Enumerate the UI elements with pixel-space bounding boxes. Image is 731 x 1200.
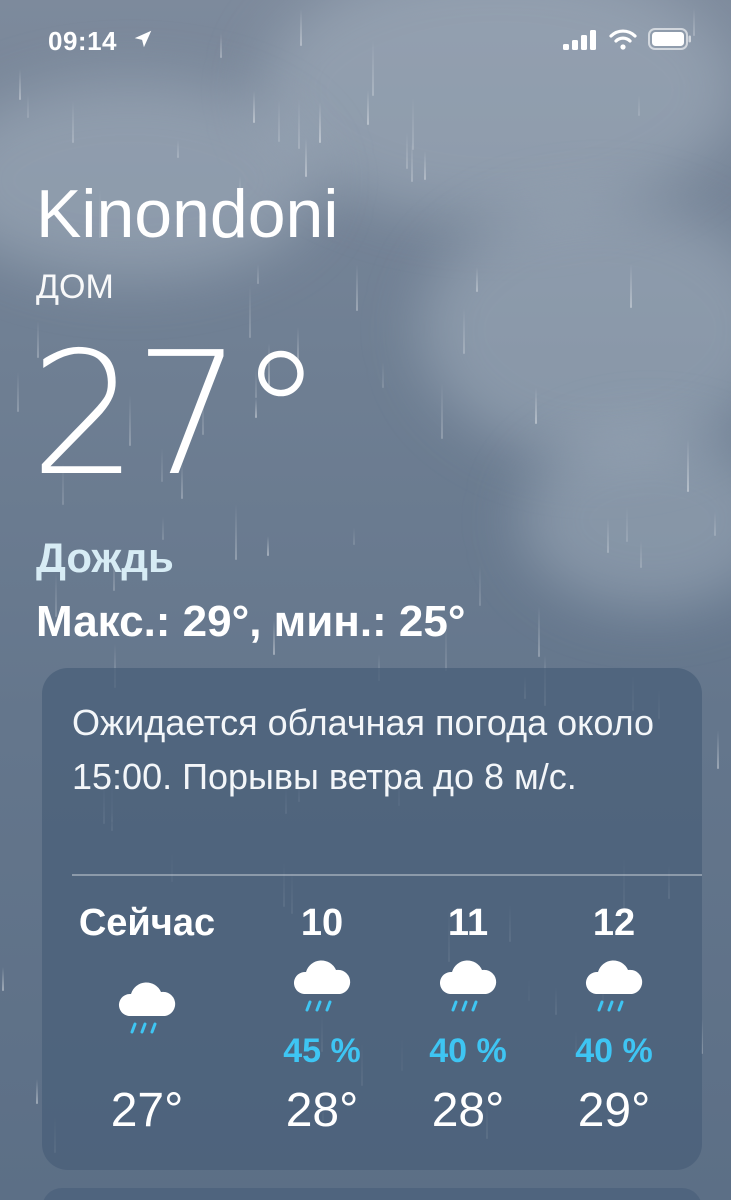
status-time: 09:14 — [48, 26, 117, 56]
rain-streak — [638, 95, 640, 116]
rain-streak — [36, 1079, 38, 1104]
hour-temperature: 28° — [285, 1084, 359, 1137]
hour-temperature: 29° — [577, 1084, 651, 1137]
hourly-item-now[interactable]: Сейчас 27° — [72, 898, 222, 1158]
rain-streak — [607, 518, 609, 553]
rain-streak — [630, 264, 632, 308]
high-low-temperature: Макс.: 29°, мин.: 25° — [36, 597, 466, 646]
rain-streak — [626, 507, 628, 542]
rain-streak — [319, 102, 321, 143]
current-temperature: 27° — [30, 316, 323, 514]
rain-cloud-icon — [585, 960, 643, 1012]
rain-streak — [479, 565, 481, 606]
forecast-summary: Ожидается облачная погода около 15:00. П… — [72, 702, 654, 797]
rain-streak — [27, 94, 29, 118]
cellular-signal-icon — [563, 30, 596, 50]
rain-streak — [253, 91, 255, 123]
precipitation-probability: 40 % — [429, 1032, 507, 1070]
rain-streak — [411, 142, 413, 182]
rain-streak — [267, 536, 269, 556]
rain-streak — [298, 99, 300, 149]
location-arrow-icon — [134, 30, 152, 48]
status-bar: 09:14 — [0, 0, 731, 80]
rain-streak — [687, 439, 689, 492]
rain-streak — [476, 267, 478, 292]
rain-streak — [640, 541, 642, 568]
rain-streak — [717, 730, 719, 769]
rain-streak — [382, 362, 384, 388]
rain-cloud-icon — [118, 982, 176, 1034]
hour-temperature: 28° — [431, 1084, 505, 1137]
rain-streak — [463, 308, 465, 354]
rain-streak — [177, 140, 179, 158]
hourly-forecast-card[interactable]: Ожидается облачная погода около 15:00. П… — [42, 668, 702, 1170]
rain-streak — [441, 383, 443, 439]
rain-streak — [424, 151, 426, 180]
rain-streak — [17, 372, 19, 412]
rain-cloud-icon — [439, 960, 497, 1012]
hour-label: 11 — [447, 902, 489, 944]
rain-streak — [305, 138, 307, 177]
card-divider — [72, 874, 702, 876]
rain-streak — [406, 132, 408, 169]
rain-streak — [278, 100, 280, 142]
hourly-item-12[interactable]: 12 40 % 29° — [539, 898, 689, 1158]
rain-streak — [535, 388, 537, 424]
rain-streak — [2, 967, 4, 991]
precipitation-probability: 45 % — [283, 1032, 361, 1070]
rain-streak — [257, 264, 259, 284]
city-name: Kinondoni — [36, 176, 339, 252]
hourly-item-11[interactable]: 11 40 % 28° — [393, 898, 543, 1158]
weather-condition: Дождь — [36, 534, 174, 581]
next-forecast-card[interactable] — [42, 1188, 702, 1200]
hour-label: 12 — [592, 902, 636, 944]
rain-streak — [353, 527, 355, 545]
hour-label: 10 — [300, 902, 344, 944]
rain-streak — [72, 101, 74, 143]
rain-streak — [714, 512, 716, 536]
rain-streak — [356, 264, 358, 311]
battery-icon — [648, 28, 691, 50]
hour-temperature: 27° — [110, 1084, 184, 1137]
hourly-item-10[interactable]: 10 45 % 28° — [247, 898, 397, 1158]
precipitation-probability: 40 % — [575, 1032, 653, 1070]
hour-label: Сейчас — [78, 902, 216, 944]
location-label: ДОМ — [36, 268, 114, 306]
rain-streak — [538, 606, 540, 657]
wifi-icon — [609, 29, 637, 50]
rain-cloud-icon — [293, 960, 351, 1012]
rain-streak — [367, 90, 369, 125]
